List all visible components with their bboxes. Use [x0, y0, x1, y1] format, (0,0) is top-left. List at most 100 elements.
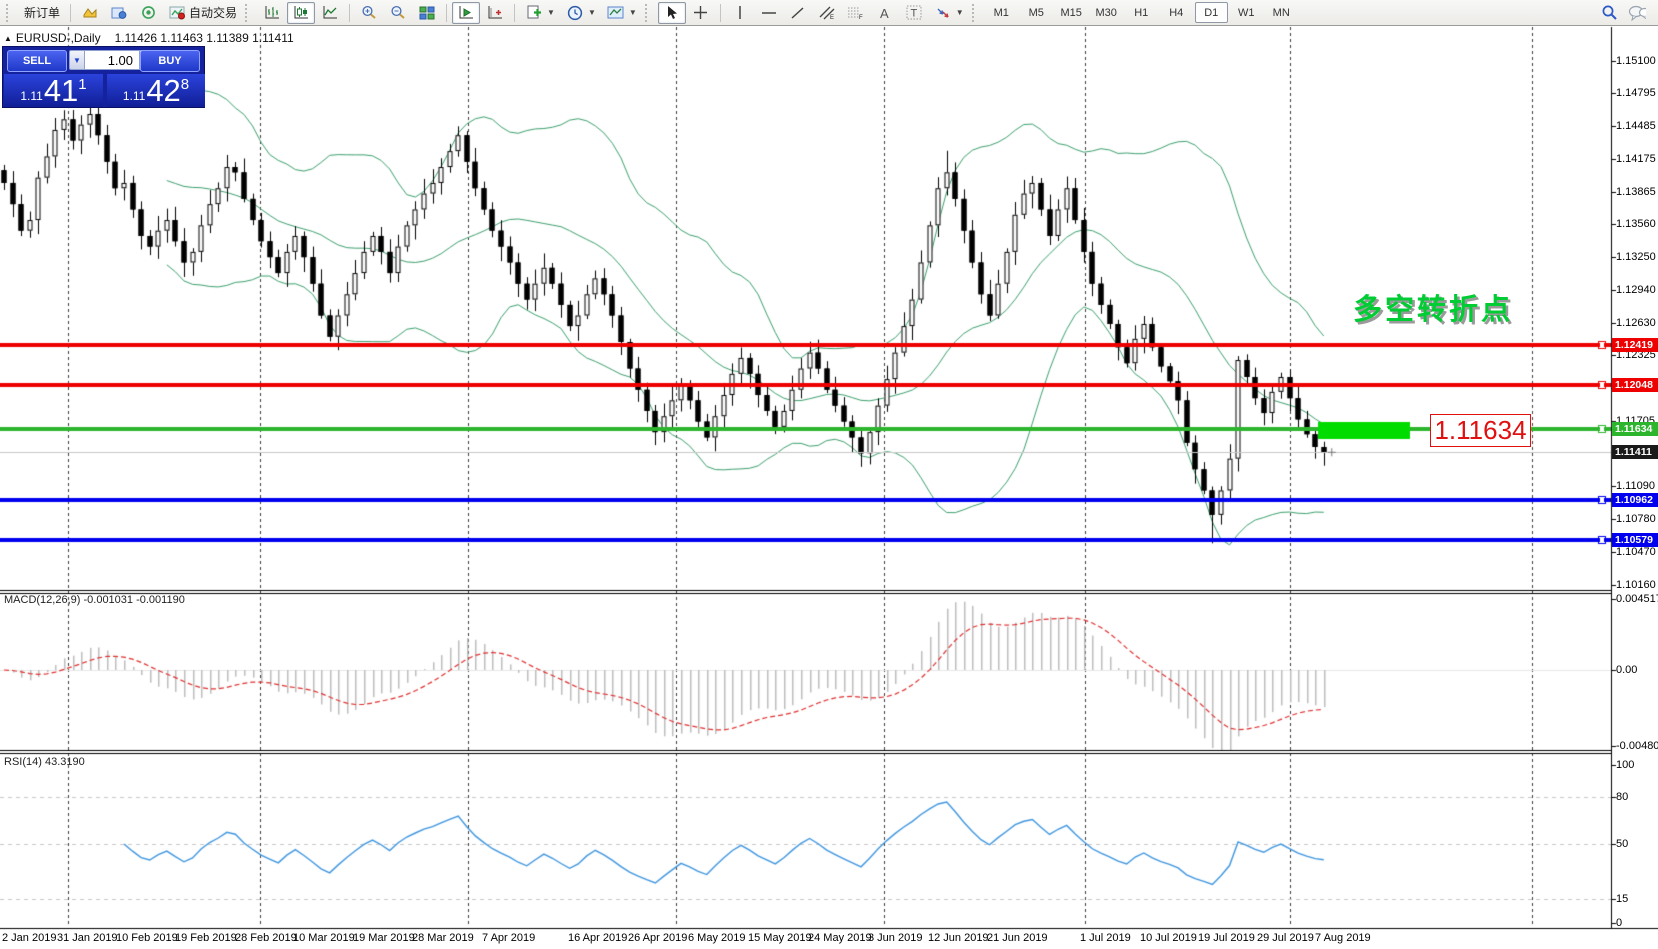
- date-axis-label: 7 Apr 2019: [482, 932, 535, 944]
- tile-windows-button[interactable]: [413, 2, 441, 24]
- macd-indicator-header: MACD(12,26,9) -0.001031 -0.001190: [4, 594, 185, 606]
- price-axis-tick: 1.13865: [1616, 186, 1656, 198]
- trendline-button[interactable]: [784, 2, 812, 24]
- chevron-down-icon: ▼: [73, 56, 81, 65]
- date-axis-label: 6 May 2019: [688, 932, 745, 944]
- text-label-button[interactable]: T: [900, 2, 928, 24]
- date-axis-label: 10 Jul 2019: [1140, 932, 1197, 944]
- price-axis-tick: 1.10160: [1616, 579, 1656, 591]
- symbol-period-label: EURUSD-,Daily: [16, 31, 101, 45]
- buy-price-display[interactable]: 1.11 42 8: [107, 74, 205, 107]
- templates-button[interactable]: ▼: [602, 2, 642, 24]
- vertical-line-button[interactable]: [726, 2, 754, 24]
- price-axis-tick: 1.10780: [1616, 513, 1656, 525]
- price-axis-tick: 1.15100: [1616, 55, 1656, 67]
- timeframe-button-m30[interactable]: M30: [1090, 2, 1123, 23]
- horizontal-line-button[interactable]: [755, 2, 783, 24]
- chat-icon[interactable]: [1628, 5, 1646, 21]
- date-axis-label: 12 Jun 2019: [928, 932, 989, 944]
- timeframe-button-h1[interactable]: H1: [1125, 2, 1158, 23]
- toolbar-grip[interactable]: [245, 4, 253, 22]
- trendline-icon: [789, 5, 807, 21]
- profiles-button[interactable]: [76, 2, 104, 24]
- timeframe-button-h4[interactable]: H4: [1160, 2, 1193, 23]
- date-axis-label: 31 Jan 2019: [57, 932, 118, 944]
- collapse-triangle-icon[interactable]: ▲: [4, 34, 12, 43]
- timeframe-button-m15[interactable]: M15: [1055, 2, 1088, 23]
- chart-shift-icon: [486, 5, 504, 21]
- new-order-label: 新订单: [24, 4, 60, 21]
- navigator-button[interactable]: [134, 2, 162, 24]
- arrows-button[interactable]: ▼: [929, 2, 969, 24]
- trade-panel-header: SELL ▼ ▲ BUY: [3, 47, 204, 73]
- zoom-in-button[interactable]: [355, 2, 383, 24]
- market-watch-button[interactable]: [105, 2, 133, 24]
- price-axis-tick: 1.12940: [1616, 284, 1656, 296]
- one-click-trading-panel: SELL ▼ ▲ BUY 1.11 41 1 1.11 42 8: [2, 46, 205, 108]
- toolbar-grip[interactable]: [972, 4, 980, 22]
- timeframe-button-m1[interactable]: M1: [985, 2, 1018, 23]
- price-flag-label[interactable]: 1.11634: [1430, 414, 1531, 447]
- date-axis-label: 3 Jun 2019: [868, 932, 922, 944]
- fibonacci-icon: F: [847, 5, 865, 21]
- volume-decrease-button[interactable]: ▼: [69, 50, 85, 70]
- zoom-out-button[interactable]: [384, 2, 412, 24]
- chevron-down-icon[interactable]: ▼: [547, 8, 555, 17]
- price-axis-tick: 1.12630: [1616, 317, 1656, 329]
- toolbar-grip[interactable]: [645, 4, 653, 22]
- search-icon[interactable]: [1600, 5, 1618, 21]
- sell-button[interactable]: SELL: [7, 50, 67, 72]
- chart-annotation-text: 多空转折点: [1353, 286, 1513, 328]
- new-chart-button[interactable]: ▼: [520, 2, 560, 24]
- candle-chart-button[interactable]: [287, 2, 315, 24]
- chevron-down-icon[interactable]: ▼: [956, 8, 964, 17]
- timeframe-button-m5[interactable]: M5: [1020, 2, 1053, 23]
- channel-button[interactable]: E: [813, 2, 841, 24]
- bar-chart-button[interactable]: [258, 2, 286, 24]
- volume-input[interactable]: [85, 50, 139, 70]
- chevron-down-icon[interactable]: ▼: [629, 8, 637, 17]
- text-button[interactable]: A: [871, 2, 899, 24]
- tile-windows-icon: [418, 5, 436, 21]
- sell-price-prefix: 1.11: [20, 89, 42, 103]
- horizontal-line-icon: [760, 5, 778, 21]
- buy-price-big: 42: [146, 76, 180, 106]
- chart-shift-button[interactable]: [481, 2, 509, 24]
- periods-button[interactable]: ▼: [561, 2, 601, 24]
- fibonacci-button[interactable]: F: [842, 2, 870, 24]
- templates-icon: [607, 5, 625, 21]
- chart-title: ▲ EURUSD-,Daily 1.11426 1.11463 1.11389 …: [4, 31, 294, 45]
- line-chart-button[interactable]: [316, 2, 344, 24]
- buy-button[interactable]: BUY: [140, 50, 200, 72]
- price-axis-tick: 1.10470: [1616, 546, 1656, 558]
- auto-trading-label: 自动交易: [189, 4, 237, 21]
- rsi-axis-tick: 100: [1616, 759, 1634, 771]
- price-axis-tick: 1.14175: [1616, 153, 1656, 165]
- crosshair-button[interactable]: [687, 2, 715, 24]
- toolbar-grip[interactable]: [6, 4, 14, 22]
- chart-canvas[interactable]: [0, 0, 1658, 949]
- date-axis-label: 29 Jul 2019: [1257, 932, 1314, 944]
- sell-price-big: 41: [44, 76, 78, 106]
- auto-scroll-button[interactable]: [452, 2, 480, 24]
- cursor-button[interactable]: [658, 2, 686, 24]
- new-order-button[interactable]: 新订单: [19, 2, 65, 24]
- svg-text:E: E: [830, 15, 834, 20]
- sell-price-display[interactable]: 1.11 41 1: [4, 74, 103, 107]
- zoom-in-icon: [360, 5, 378, 21]
- zoom-out-icon: [389, 5, 407, 21]
- date-axis-label: 24 May 2019: [808, 932, 872, 944]
- chevron-down-icon[interactable]: ▼: [588, 8, 596, 17]
- price-line-label: 1.10962: [1612, 493, 1658, 507]
- auto-trading-icon: [168, 5, 186, 21]
- timeframe-button-mn[interactable]: MN: [1265, 2, 1298, 23]
- rsi-value: 43.3190: [45, 756, 85, 768]
- toolbar-separator: [70, 4, 71, 22]
- current-price-label: 1.11411: [1612, 445, 1658, 459]
- timeframe-button-w1[interactable]: W1: [1230, 2, 1263, 23]
- auto-trading-button[interactable]: 自动交易: [163, 2, 242, 24]
- date-axis-label: 19 Feb 2019: [175, 932, 237, 944]
- timeframe-button-d1[interactable]: D1: [1195, 2, 1228, 23]
- date-axis-label: 10 Feb 2019: [116, 932, 178, 944]
- buy-price-prefix: 1.11: [123, 89, 145, 103]
